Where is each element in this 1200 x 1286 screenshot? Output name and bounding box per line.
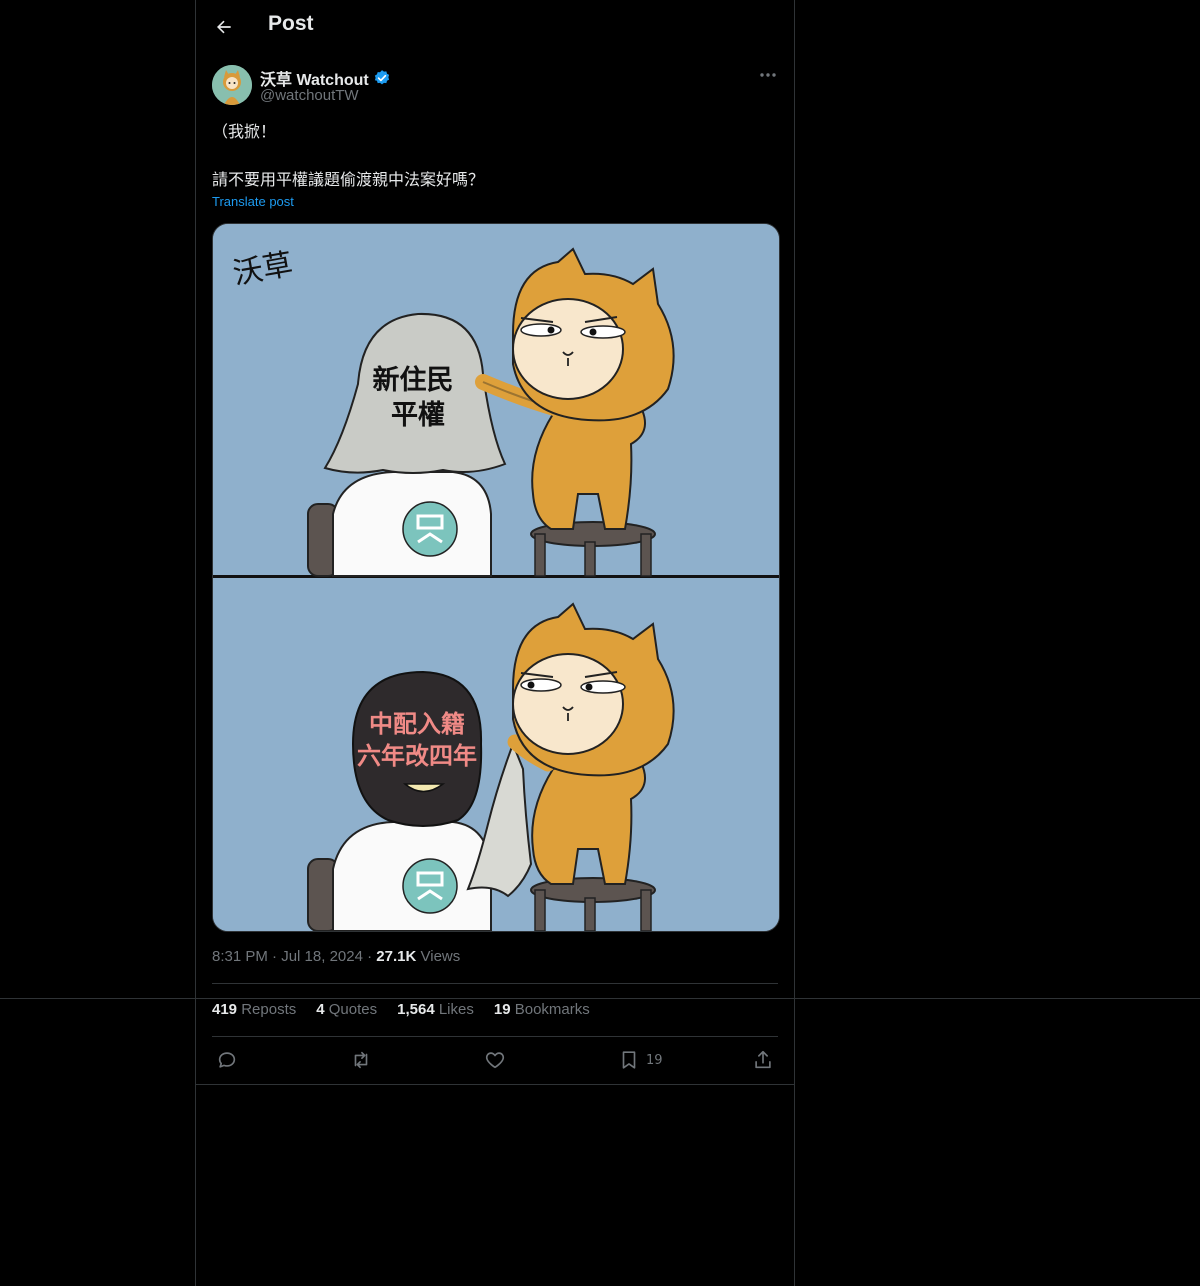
- post-line: （我掀！: [212, 122, 277, 141]
- header: Post: [196, 0, 794, 54]
- comic-illustration: 沃草 新住民 平權 中配入籍 六年改四年: [213, 224, 779, 931]
- meta-separator: ·: [272, 948, 282, 965]
- sign-text: 中配入籍: [369, 710, 465, 738]
- stat-count: 4: [316, 1001, 325, 1018]
- reply-icon: [218, 1052, 236, 1068]
- post-line: 請不要用平權議題偷渡親中法案好嗎？: [212, 170, 485, 189]
- share-button[interactable]: [752, 1046, 774, 1074]
- column-border-right: [794, 0, 795, 1286]
- more-options-button[interactable]: [752, 64, 784, 86]
- post-text: （我掀！ 請不要用平權議題偷渡親中法案好嗎？: [212, 120, 778, 192]
- author-handle[interactable]: @watchoutTW: [260, 87, 359, 104]
- likes-stat[interactable]: 1,564 Likes: [397, 1001, 474, 1018]
- views-label: Views: [420, 948, 461, 965]
- like-button[interactable]: [484, 1046, 506, 1074]
- more-dots-icon: [760, 73, 776, 77]
- divider: [212, 983, 778, 984]
- repost-icon: [354, 1051, 368, 1069]
- verified-badge-icon: [374, 70, 389, 85]
- divider: [212, 1036, 778, 1037]
- back-button[interactable]: [208, 11, 240, 43]
- stat-count: 19: [493, 1001, 511, 1018]
- sign-text: 平權: [391, 400, 445, 431]
- column-border-left: [195, 0, 196, 1286]
- stat-label: Likes: [438, 1001, 474, 1018]
- quotes-stat[interactable]: 4 Quotes: [316, 1001, 377, 1018]
- divider-line: [0, 998, 1200, 999]
- avatar-image: [212, 65, 252, 105]
- bookmarks-stat[interactable]: 19 Bookmarks: [494, 1001, 590, 1018]
- meta-separator: ·: [367, 948, 377, 965]
- reply-button[interactable]: [216, 1046, 238, 1074]
- stat-label: Reposts: [241, 1001, 297, 1018]
- avatar[interactable]: [212, 65, 252, 105]
- post-meta: 8:31 PM · Jul 18, 2024 · 27.1K Views: [212, 948, 460, 965]
- sign-text: 新住民: [373, 364, 454, 396]
- stat-count: 1,564: [397, 1001, 435, 1018]
- stat-label: Quotes: [328, 1001, 378, 1018]
- bookmark-icon: [622, 1051, 636, 1069]
- arrow-left-icon: [217, 20, 231, 34]
- views-count: 27.1K: [376, 948, 417, 965]
- repost-button[interactable]: [350, 1046, 372, 1074]
- bookmark-button[interactable]: 19: [618, 1046, 663, 1074]
- bookmark-count: 19: [646, 1052, 663, 1068]
- post-image[interactable]: 沃草 新住民 平權 中配入籍 六年改四年: [212, 223, 780, 932]
- reposts-stat[interactable]: 419 Reposts: [212, 1001, 296, 1018]
- stat-label: Bookmarks: [514, 1001, 590, 1018]
- stat-count: 419: [212, 1001, 238, 1018]
- translate-post-link[interactable]: Translate post: [212, 194, 294, 209]
- post-date[interactable]: Jul 18, 2024: [281, 948, 363, 965]
- post-time[interactable]: 8:31 PM: [212, 948, 268, 965]
- heart-icon: [485, 1052, 505, 1069]
- page: Post 沃草 Watchout @watchoutTW （我掀！ 請不要用平權…: [0, 0, 1200, 1286]
- engagement-stats: 419 Reposts 4 Quotes 1,564 Likes 19 Book…: [212, 1001, 590, 1018]
- action-bar: 19: [212, 1046, 778, 1074]
- sign-text: 六年改四年: [357, 742, 477, 770]
- post-line: [212, 144, 778, 168]
- share-icon: [755, 1050, 771, 1069]
- divider: [196, 1084, 794, 1085]
- page-title: Post: [268, 12, 314, 35]
